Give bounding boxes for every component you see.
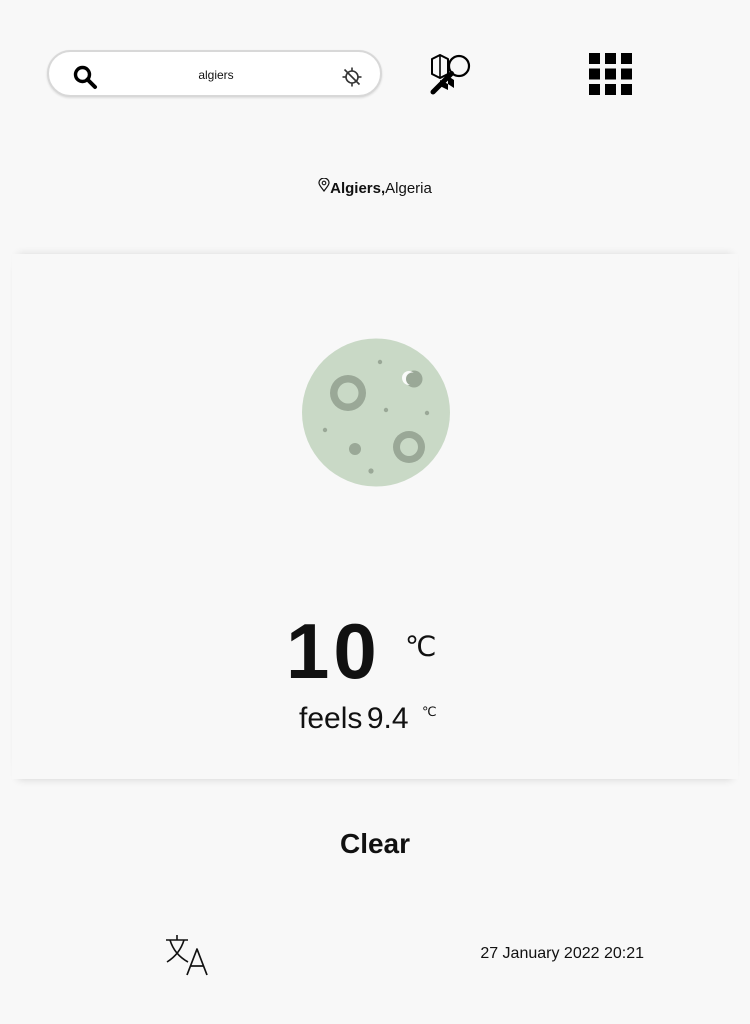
- search-input[interactable]: [111, 62, 321, 88]
- date-time: 27 January 2022 20:21: [480, 945, 644, 962]
- translate-icon[interactable]: [164, 934, 212, 976]
- temperature-value: 10: [286, 607, 381, 695]
- moon-clear-night-icon: [302, 336, 450, 489]
- search-bar[interactable]: [47, 50, 382, 97]
- search-icon[interactable]: [72, 64, 98, 90]
- apps-grid-icon[interactable]: [589, 53, 632, 95]
- feels-like-value: 9.4: [366, 702, 409, 735]
- gps-off-icon[interactable]: [341, 66, 363, 88]
- city-name: Algiers,: [330, 180, 386, 197]
- feels-like-label: feels: [299, 702, 363, 735]
- weather-condition: Clear: [339, 828, 411, 859]
- map-search-icon[interactable]: [428, 52, 474, 98]
- weather-panel: 10 ℃ feels 9.4 ℃: [12, 254, 738, 779]
- top-bar: [0, 0, 750, 150]
- feels-like-unit: ℃: [422, 704, 437, 719]
- temperature-unit: ℃: [405, 631, 437, 662]
- location-label: Algiers,Algeria: [0, 177, 750, 199]
- feels-like-row: feels 9.4 ℃: [299, 702, 437, 736]
- country-name: Algeria: [385, 180, 432, 197]
- pin-icon: [318, 177, 330, 192]
